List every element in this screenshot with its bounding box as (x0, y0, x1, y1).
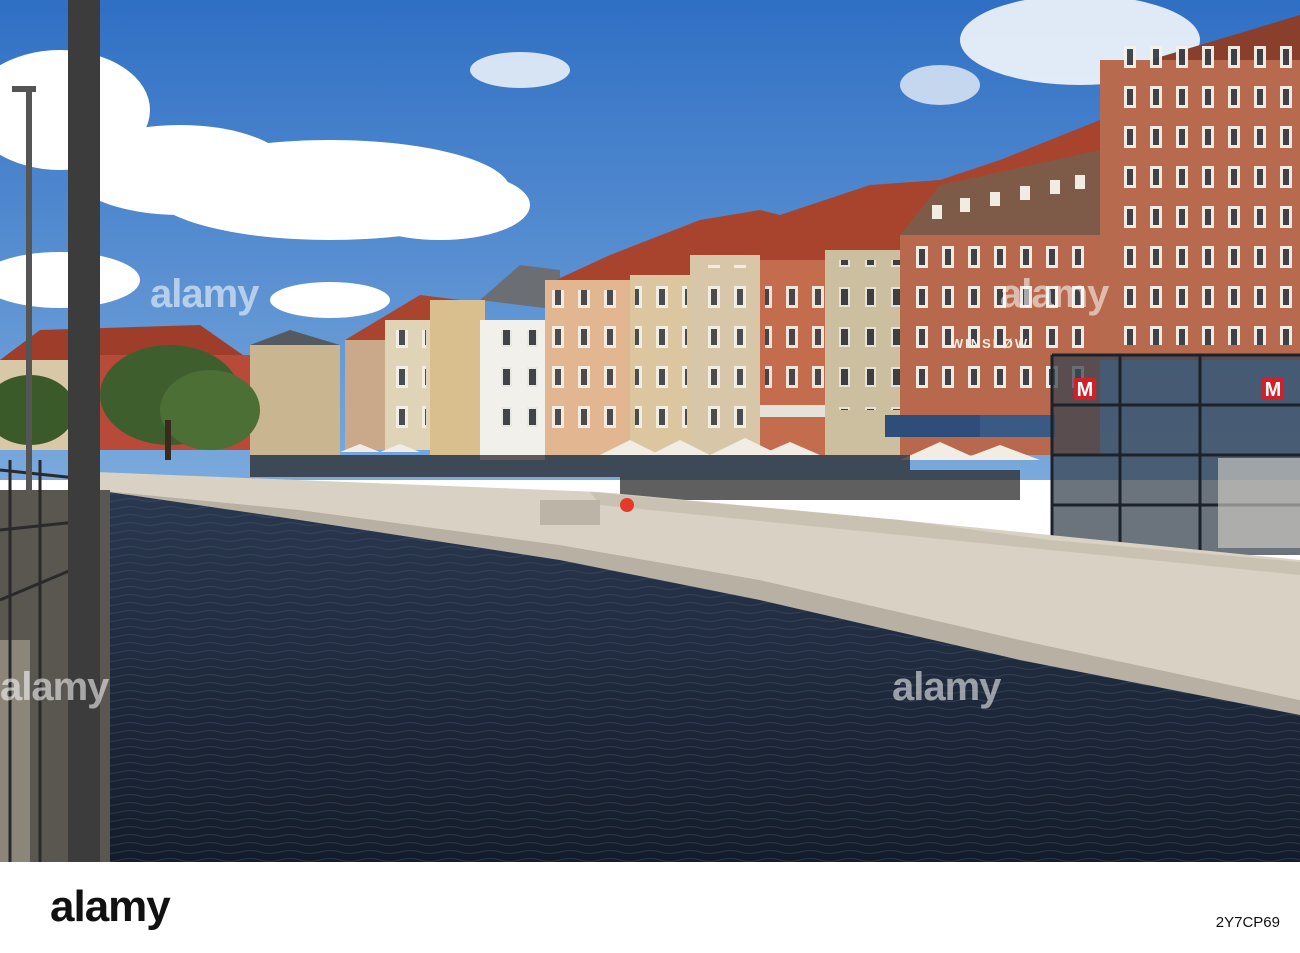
watermark: alamy (1000, 272, 1109, 316)
canal-scene: WINSLØW M M (0, 0, 1300, 862)
watermark: alamy (892, 665, 1001, 709)
svg-text:M: M (1265, 379, 1282, 401)
image-id: 2Y7CP69 (1215, 914, 1280, 931)
watermark: alamy (0, 665, 109, 709)
building-sign: WINSLØW (951, 336, 1029, 351)
svg-text:M: M (1077, 379, 1094, 401)
footer-logo: alamy (50, 882, 171, 931)
watermark: alamy (150, 272, 259, 316)
lifebuoy (620, 498, 634, 512)
photo: WINSLØW M M alamy alamy alamy alamy (0, 0, 1300, 862)
metro-pavilion: M M (1050, 353, 1300, 555)
footer-bar: alamy 2Y7CP69 (0, 862, 1300, 953)
